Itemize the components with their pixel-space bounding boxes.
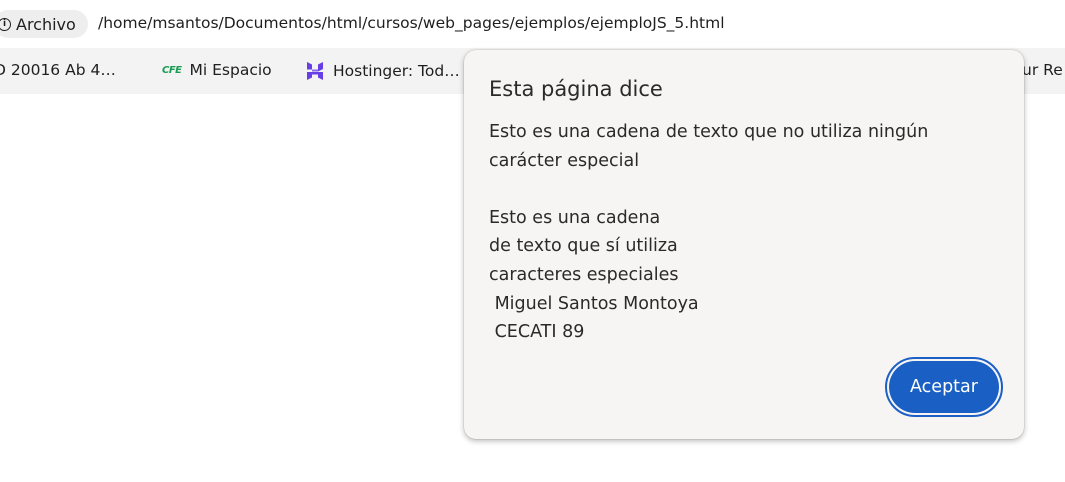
dialog-title: Esta página dice bbox=[489, 77, 663, 101]
accept-button-label: Aceptar bbox=[889, 361, 999, 413]
bookmark-item-1[interactable]: D 20016 Ab 4… bbox=[0, 61, 116, 79]
address-bar: i Archivo /home/msantos/Documentos/html/… bbox=[0, 0, 1065, 48]
accept-button[interactable]: Aceptar bbox=[885, 357, 1003, 417]
info-icon: i bbox=[0, 17, 11, 31]
bookmark-item-hostinger[interactable]: Hostinger: Tod… bbox=[305, 61, 460, 81]
bookmark-label: Mi Espacio bbox=[189, 61, 272, 79]
bookmark-label: D 20016 Ab 4… bbox=[0, 61, 116, 79]
dialog-message: Esto es una cadena de texto que no utili… bbox=[489, 122, 929, 343]
site-info-label: Archivo bbox=[16, 14, 76, 34]
cfe-icon: CFE bbox=[162, 64, 182, 76]
bookmark-item-4[interactable]: ur Re bbox=[1022, 61, 1063, 79]
url-field[interactable]: /home/msantos/Documentos/html/cursos/web… bbox=[98, 14, 725, 32]
bookmark-item-mi-espacio[interactable]: CFE Mi Espacio bbox=[162, 61, 272, 79]
site-info-chip[interactable]: i Archivo bbox=[0, 10, 88, 38]
alert-dialog: Esta página dice Esto es una cadena de t… bbox=[464, 50, 1024, 439]
bookmark-label: Hostinger: Tod… bbox=[333, 62, 460, 80]
hostinger-icon bbox=[307, 62, 323, 80]
bookmark-label: ur Re bbox=[1022, 61, 1063, 79]
